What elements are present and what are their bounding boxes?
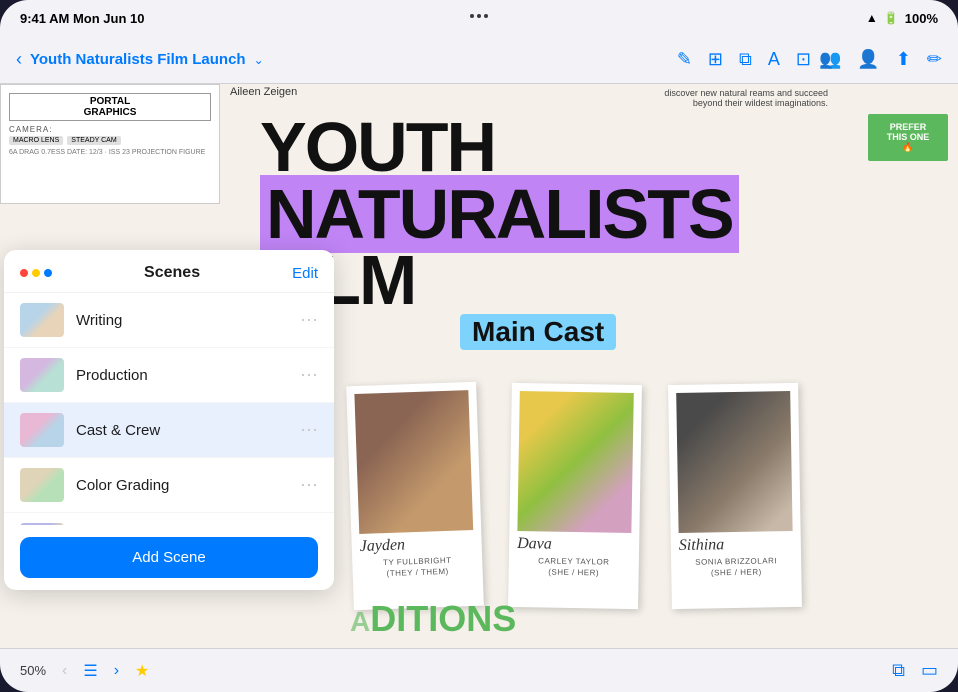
- cast-full-name-2: CARLEY TAYLOR (SHE / HER): [517, 555, 631, 579]
- scene-item-marketing[interactable]: Marketing ⋯: [4, 513, 334, 525]
- scene-name-color: Color Grading: [76, 477, 300, 494]
- image-icon[interactable]: ⊡: [796, 49, 811, 70]
- photo-carley: [517, 391, 633, 533]
- dot-3: [484, 14, 488, 18]
- title-line2: NATURALISTS: [260, 181, 858, 248]
- main-cast-label: Main Cast: [460, 314, 616, 350]
- title-line1: YOUTH: [260, 114, 858, 181]
- scene-item-cast[interactable]: Cast & Crew ⋯: [4, 403, 334, 458]
- canvas-description: discover new natural reams and succeed b…: [664, 88, 828, 108]
- bottom-bar: 50% ‹ ☰ › ★ ⧉ ▭: [0, 648, 958, 692]
- portal-graphics-title: PORTAL GRAPHICS: [9, 93, 211, 121]
- title-chevron-icon[interactable]: ⌄: [254, 53, 264, 67]
- sidebar-edit-button[interactable]: Edit: [292, 265, 318, 282]
- scene-list: Writing ⋯ Production ⋯ Cast & Crew ⋯: [4, 293, 334, 525]
- bottom-text-prefix: A: [350, 606, 370, 637]
- scene-more-writing[interactable]: ⋯: [300, 310, 318, 331]
- scene-thumb-marketing: [20, 523, 64, 525]
- scene-thumb-writing: [20, 303, 64, 337]
- next-page-button[interactable]: ›: [114, 662, 119, 680]
- bottom-bar-right: ⧉ ▭: [892, 660, 938, 681]
- status-bar-left: 9:41 AM Mon Jun 10: [20, 11, 144, 26]
- scene-name-cast: Cast & Crew: [76, 422, 300, 439]
- pencil-edit-icon[interactable]: ✏: [927, 49, 942, 70]
- dot-yellow: [32, 269, 40, 277]
- present-icon[interactable]: ▭: [921, 660, 938, 681]
- cast-full-name-3: SONIA BRIZZOLARI (SHE / HER): [679, 555, 793, 579]
- share-icon[interactable]: ⬆: [896, 49, 911, 70]
- main-canvas: PORTAL GRAPHICS CAMERA: MACRO LENS STEAD…: [0, 84, 958, 648]
- polaroid-sonia: Sithina SONIA BRIZZOLARI (SHE / HER): [668, 383, 802, 610]
- cast-full-name-1: TY FULLBRIGHT (THEY / THEM): [360, 554, 475, 580]
- lens-steady: STEADY CAM: [67, 136, 120, 145]
- card-extra-info: 6A DRAG 0.7ESS DATE: 12/3 · ISS 23 PROJE…: [9, 149, 211, 156]
- list-view-icon[interactable]: ☰: [83, 661, 97, 681]
- dot-red: [20, 269, 28, 277]
- pencil-circle-icon[interactable]: ✎: [677, 49, 692, 70]
- scene-more-production[interactable]: ⋯: [300, 365, 318, 386]
- status-time: 9:41 AM Mon Jun 10: [20, 11, 144, 26]
- sticky-note-text: PREFER THIS ONE 🔥: [887, 122, 930, 152]
- scene-more-cast[interactable]: ⋯: [300, 420, 318, 441]
- scene-thumb-production: [20, 358, 64, 392]
- status-bar-right: ▲ 🔋 100%: [866, 11, 938, 26]
- scene-item-production[interactable]: Production ⋯: [4, 348, 334, 403]
- battery-percent: 100%: [905, 11, 938, 26]
- ipad-frame: 9:41 AM Mon Jun 10 ▲ 🔋 100% ‹ Youth Natu…: [0, 0, 958, 692]
- document-title: Youth Naturalists Film Launch: [30, 51, 246, 68]
- polaroid-ty: Jayden TY FULLBRIGHT (THEY / THEM): [346, 381, 484, 610]
- bottom-text: ADITIONS: [350, 598, 516, 640]
- dot-blue: [44, 269, 52, 277]
- camera-items: MACRO LENS STEADY CAM: [9, 136, 211, 145]
- sidebar-dots: [20, 269, 52, 277]
- zoom-level: 50%: [20, 663, 46, 678]
- bottom-text-main: DITIONS: [370, 598, 516, 639]
- cast-script-name-2: Dava: [517, 535, 631, 555]
- wifi-icon: ▲: [866, 11, 878, 25]
- cast-script-name-3: Sithina: [679, 535, 793, 555]
- scene-thumb-cast: [20, 413, 64, 447]
- scene-item-writing[interactable]: Writing ⋯: [4, 293, 334, 348]
- lens-macro: MACRO LENS: [9, 136, 63, 145]
- photo-ty: [354, 390, 473, 534]
- sticky-note: PREFER THIS ONE 🔥: [868, 114, 948, 161]
- layout-icon[interactable]: ⊞: [708, 49, 723, 70]
- polaroid-carley: Dava CARLEY TAYLOR (SHE / HER): [508, 383, 642, 610]
- layers-icon[interactable]: ⧉: [739, 49, 752, 70]
- polaroid-container: Jayden TY FULLBRIGHT (THEY / THEM) Dava …: [350, 384, 800, 608]
- sidebar-title: Scenes: [144, 264, 200, 282]
- back-button[interactable]: ‹: [16, 49, 22, 70]
- scene-name-writing: Writing: [76, 312, 300, 329]
- add-scene-button[interactable]: Add Scene: [20, 537, 318, 578]
- title-line3: FILM: [260, 247, 858, 314]
- scene-more-color[interactable]: ⋯: [300, 475, 318, 496]
- share-people-icon[interactable]: 👥: [819, 49, 841, 70]
- toolbar: ‹ Youth Naturalists Film Launch ⌄ ✎ ⊞ ⧉ …: [0, 36, 958, 84]
- battery-icon: 🔋: [884, 11, 899, 25]
- camera-label: CAMERA:: [9, 125, 211, 134]
- toolbar-right: 👥 👤 ⬆ ✏: [819, 49, 942, 70]
- scene-name-production: Production: [76, 367, 300, 384]
- status-bar: 9:41 AM Mon Jun 10 ▲ 🔋 100%: [0, 0, 958, 36]
- toolbar-left: ‹ Youth Naturalists Film Launch ⌄: [16, 49, 669, 70]
- status-three-dots: [470, 14, 488, 18]
- prev-page-button[interactable]: ‹: [62, 662, 67, 680]
- sidebar-panel: Scenes Edit Writing ⋯ Production ⋯: [4, 250, 334, 590]
- toolbar-center: ✎ ⊞ ⧉ A ⊡: [677, 49, 811, 70]
- arrange-icon[interactable]: ⧉: [892, 660, 905, 681]
- dot-2: [477, 14, 481, 18]
- sidebar-header: Scenes Edit: [4, 250, 334, 293]
- dot-1: [470, 14, 474, 18]
- photo-sonia: [676, 391, 792, 533]
- scene-thumb-color: [20, 468, 64, 502]
- person-plus-icon[interactable]: 👤: [857, 49, 879, 70]
- star-icon[interactable]: ★: [135, 661, 149, 681]
- canvas-main-title: YOUTH NATURALISTS FILM: [260, 114, 858, 314]
- portal-graphics-card: PORTAL GRAPHICS CAMERA: MACRO LENS STEAD…: [0, 84, 220, 204]
- cast-script-name-1: Jayden: [359, 534, 474, 556]
- author-name: Aileen Zeigen: [230, 86, 297, 98]
- scene-item-color[interactable]: Color Grading ⋯: [4, 458, 334, 513]
- text-icon[interactable]: A: [768, 49, 780, 70]
